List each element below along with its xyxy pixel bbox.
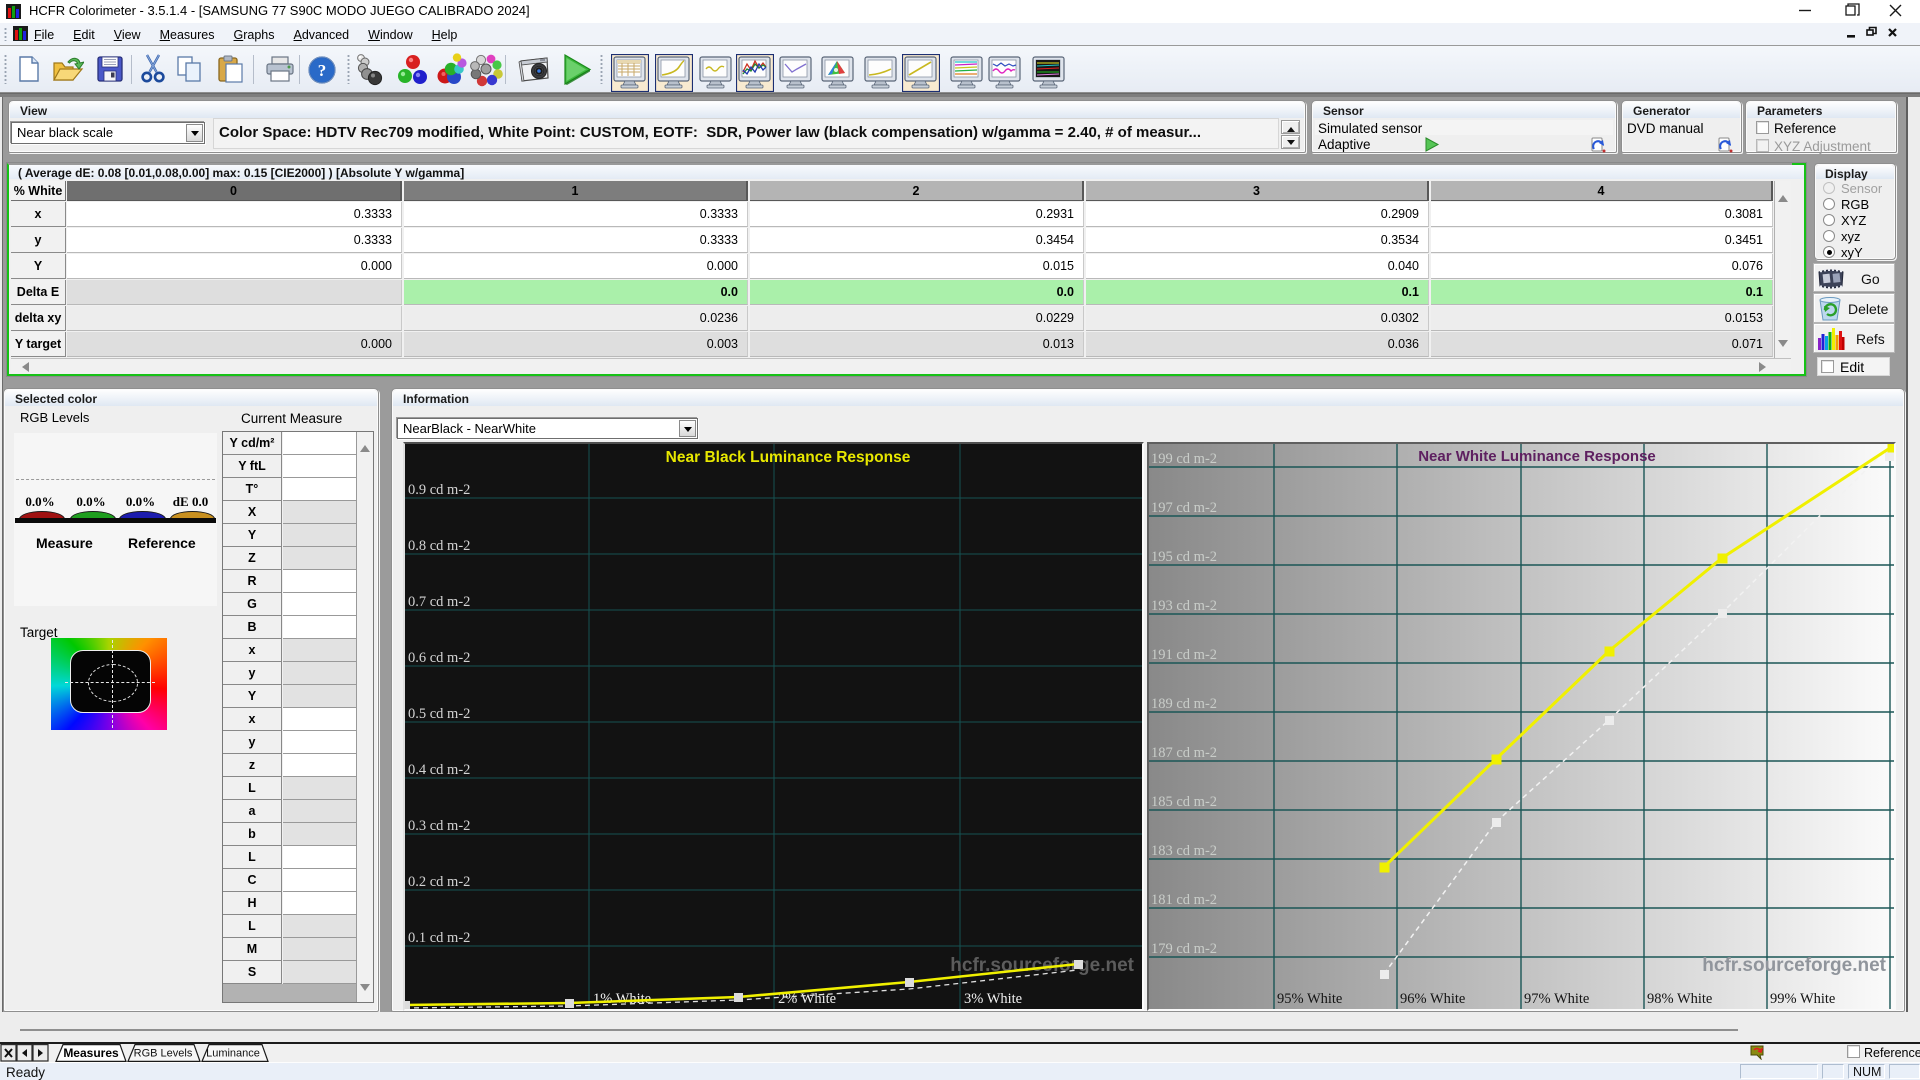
svg-text:Near White Luminance Response: Near White Luminance Response [1418,448,1656,465]
svg-text:96% White: 96% White [1400,991,1465,1007]
svg-text:193 cd m-2: 193 cd m-2 [1151,598,1217,614]
svg-text:98% White: 98% White [1647,991,1712,1007]
svg-text:179 cd m-2: 179 cd m-2 [1151,941,1217,957]
svg-text:0.2 cd m-2: 0.2 cd m-2 [408,874,470,890]
svg-text:197 cd m-2: 197 cd m-2 [1151,500,1217,516]
svg-text:3% White: 3% White [964,991,1022,1007]
svg-text:183 cd m-2: 183 cd m-2 [1151,843,1217,859]
svg-text:0.3 cd m-2: 0.3 cd m-2 [408,818,470,834]
svg-text:0.7 cd m-2: 0.7 cd m-2 [408,594,470,610]
svg-text:Measures: Measures [63,1046,119,1060]
svg-text:0.4 cd m-2: 0.4 cd m-2 [408,762,470,778]
svg-text:RGB Levels: RGB Levels [134,1048,193,1060]
svg-text:Near Black Luminance Response: Near Black Luminance Response [666,449,911,466]
svg-text:185 cd m-2: 185 cd m-2 [1151,794,1217,810]
svg-text:0.1 cd m-2: 0.1 cd m-2 [408,930,470,946]
svg-text:0.5 cd m-2: 0.5 cd m-2 [408,706,470,722]
svg-text:Luminance: Luminance [206,1048,260,1060]
svg-text:191 cd m-2: 191 cd m-2 [1151,647,1217,663]
svg-text:97% White: 97% White [1524,991,1589,1007]
svg-text:95% White: 95% White [1277,991,1342,1007]
svg-text:181 cd m-2: 181 cd m-2 [1151,892,1217,908]
svg-text:?: ? [318,61,327,80]
svg-text:0.6 cd m-2: 0.6 cd m-2 [408,650,470,666]
svg-text:199 cd m-2: 199 cd m-2 [1151,451,1217,467]
svg-text:99% White: 99% White [1770,991,1835,1007]
svg-text:hcfr.sourceforge.net: hcfr.sourceforge.net [950,955,1134,976]
svg-text:187 cd m-2: 187 cd m-2 [1151,745,1217,761]
svg-text:189 cd m-2: 189 cd m-2 [1151,696,1217,712]
svg-text:195 cd m-2: 195 cd m-2 [1151,549,1217,565]
svg-text:hcfr.sourceforge.net: hcfr.sourceforge.net [1702,955,1886,976]
svg-text:0.9 cd m-2: 0.9 cd m-2 [408,482,470,498]
svg-text:0.8 cd m-2: 0.8 cd m-2 [408,538,470,554]
